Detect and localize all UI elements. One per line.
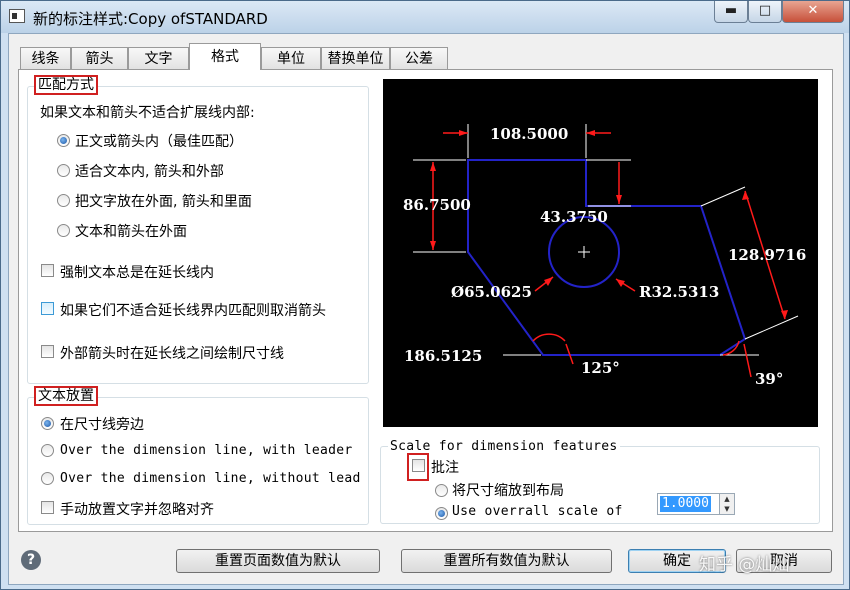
app-icon [9,9,25,23]
dim-diameter: Ø65.0625 [451,283,532,301]
fit-options-legend: 匹配方式 [34,75,98,95]
fit-radio-arrows[interactable] [57,164,70,177]
fit-option-label[interactable]: 正文或箭头内（最佳匹配） [75,131,243,151]
tab-units[interactable]: 单位 [261,47,321,69]
placement-radio-without-leader[interactable] [41,472,54,485]
arrowhead [430,241,436,250]
dim-top-width: 108.5000 [490,125,568,143]
force-text-inside-checkbox[interactable] [41,264,54,277]
preview-drawing: 108.5000 86.7500 43.3750 Ø65.0625 R32.53… [403,124,806,388]
tab-arrows[interactable]: 箭头 [71,47,128,69]
dim-bottom-length: 186.5125 [404,347,482,365]
dimension-text: 108.5000 86.7500 43.3750 Ø65.0625 R32.53… [403,125,806,388]
fit-radio-text[interactable] [57,194,70,207]
placement-option-label[interactable]: Over the dimension line, with leader [60,443,353,458]
angle-arc [532,333,566,342]
dim-angle-125: 125° [581,359,620,377]
overall-scale-radio[interactable] [435,507,448,520]
center-mark [578,246,590,258]
spin-down-icon[interactable]: ▼ [719,504,734,514]
tab-fit[interactable]: 格式 [189,43,261,70]
fit-option-label[interactable]: 适合文本内, 箭头和外部 [75,161,224,181]
watermark: 知乎 @灿灿 [699,555,790,575]
overall-scale-spinner[interactable]: 1.0000 ▲ ▼ [657,493,735,515]
tab-lines[interactable]: 线条 [20,47,71,69]
annotative-highlight [407,453,429,481]
fit-prompt: 如果文本和箭头不适合扩展线内部: [40,105,255,121]
dimension-style-dialog: 新的标注样式:Copy ofSTANDARD ▬ □ ✕ 线条 箭头 文字 格式… [0,0,850,590]
help-icon[interactable]: ? [21,550,41,570]
minimize-icon[interactable]: ▬ [714,1,748,23]
scale-option-label[interactable]: 将尺寸缩放到布局 [452,480,564,500]
scale-legend: Scale for dimension features [388,439,620,454]
close-icon[interactable]: ✕ [782,1,844,23]
arrowhead [742,191,749,200]
arrowhead [586,130,595,136]
tab-alternate-units[interactable]: 替换单位 [321,47,390,69]
scale-to-layout-radio[interactable] [435,484,448,497]
extension-lines [413,124,799,356]
window-title: 新的标注样式:Copy ofSTANDARD [33,10,268,28]
placement-option-label[interactable]: 在尺寸线旁边 [60,414,144,434]
title-bar[interactable]: 新的标注样式:Copy ofSTANDARD ▬ □ ✕ [1,1,849,33]
preview-canvas: 108.5000 86.7500 43.3750 Ø65.0625 R32.53… [383,79,818,427]
reset-all-button[interactable]: 重置所有数值为默认 [401,549,612,573]
arrowhead [459,130,468,136]
maximize-icon[interactable]: □ [748,1,782,23]
force-text-inside-label[interactable]: 强制文本总是在延长线内 [60,262,214,282]
spin-up-icon[interactable]: ▲ [719,494,734,504]
part-outline [467,159,747,356]
tab-tolerances[interactable]: 公差 [390,47,448,69]
fit-radio-both-outside[interactable] [57,224,70,237]
arrowhead [616,195,622,204]
suppress-arrows-checkbox[interactable] [41,302,54,315]
dim-left-height: 86.7500 [403,196,471,214]
fit-option-label[interactable]: 文本和箭头在外面 [75,221,187,241]
draw-dim-line-checkbox[interactable] [41,345,54,358]
placement-radio-beside[interactable] [41,417,54,430]
manual-placement-label[interactable]: 手动放置文字并忽略对齐 [60,499,214,519]
dim-slant-length: 128.9716 [728,246,806,264]
dialog-body: 线条 箭头 文字 格式 单位 替换单位 公差 匹配方式 如果文本和箭头不适合扩展… [8,33,844,585]
outline-path [467,159,747,356]
reset-page-button[interactable]: 重置页面数值为默认 [176,549,380,573]
arrowhead [616,279,625,287]
fit-option-label[interactable]: 把文字放在外面, 箭头和里面 [75,191,252,211]
text-placement-legend: 文本放置 [34,386,98,406]
arrowhead [430,162,436,171]
fit-radio-best-fit[interactable] [57,134,70,147]
arrowhead [544,277,553,286]
leader-line [743,343,752,378]
scale-option-label[interactable]: Use overrall scale of [452,504,623,519]
overall-scale-value[interactable]: 1.0000 [660,496,711,512]
annotative-label[interactable]: 批注 [431,457,459,477]
placement-radio-with-leader[interactable] [41,444,54,457]
ext-line [744,315,799,340]
placement-option-label[interactable]: Over the dimension line, without leader [60,471,361,486]
tab-text[interactable]: 文字 [128,47,189,69]
dim-step-height: 43.3750 [540,208,608,226]
manual-placement-checkbox[interactable] [41,501,54,514]
dim-angle-39: 39° [755,370,783,388]
suppress-arrows-label[interactable]: 如果它们不适合延长线界内匹配则取消箭头 [60,300,326,320]
draw-dim-line-label[interactable]: 外部箭头时在延长线之间绘制尺寸线 [60,343,284,363]
arrowhead [781,310,788,319]
dim-radius: R32.5313 [639,283,719,301]
ext-line [700,186,746,207]
